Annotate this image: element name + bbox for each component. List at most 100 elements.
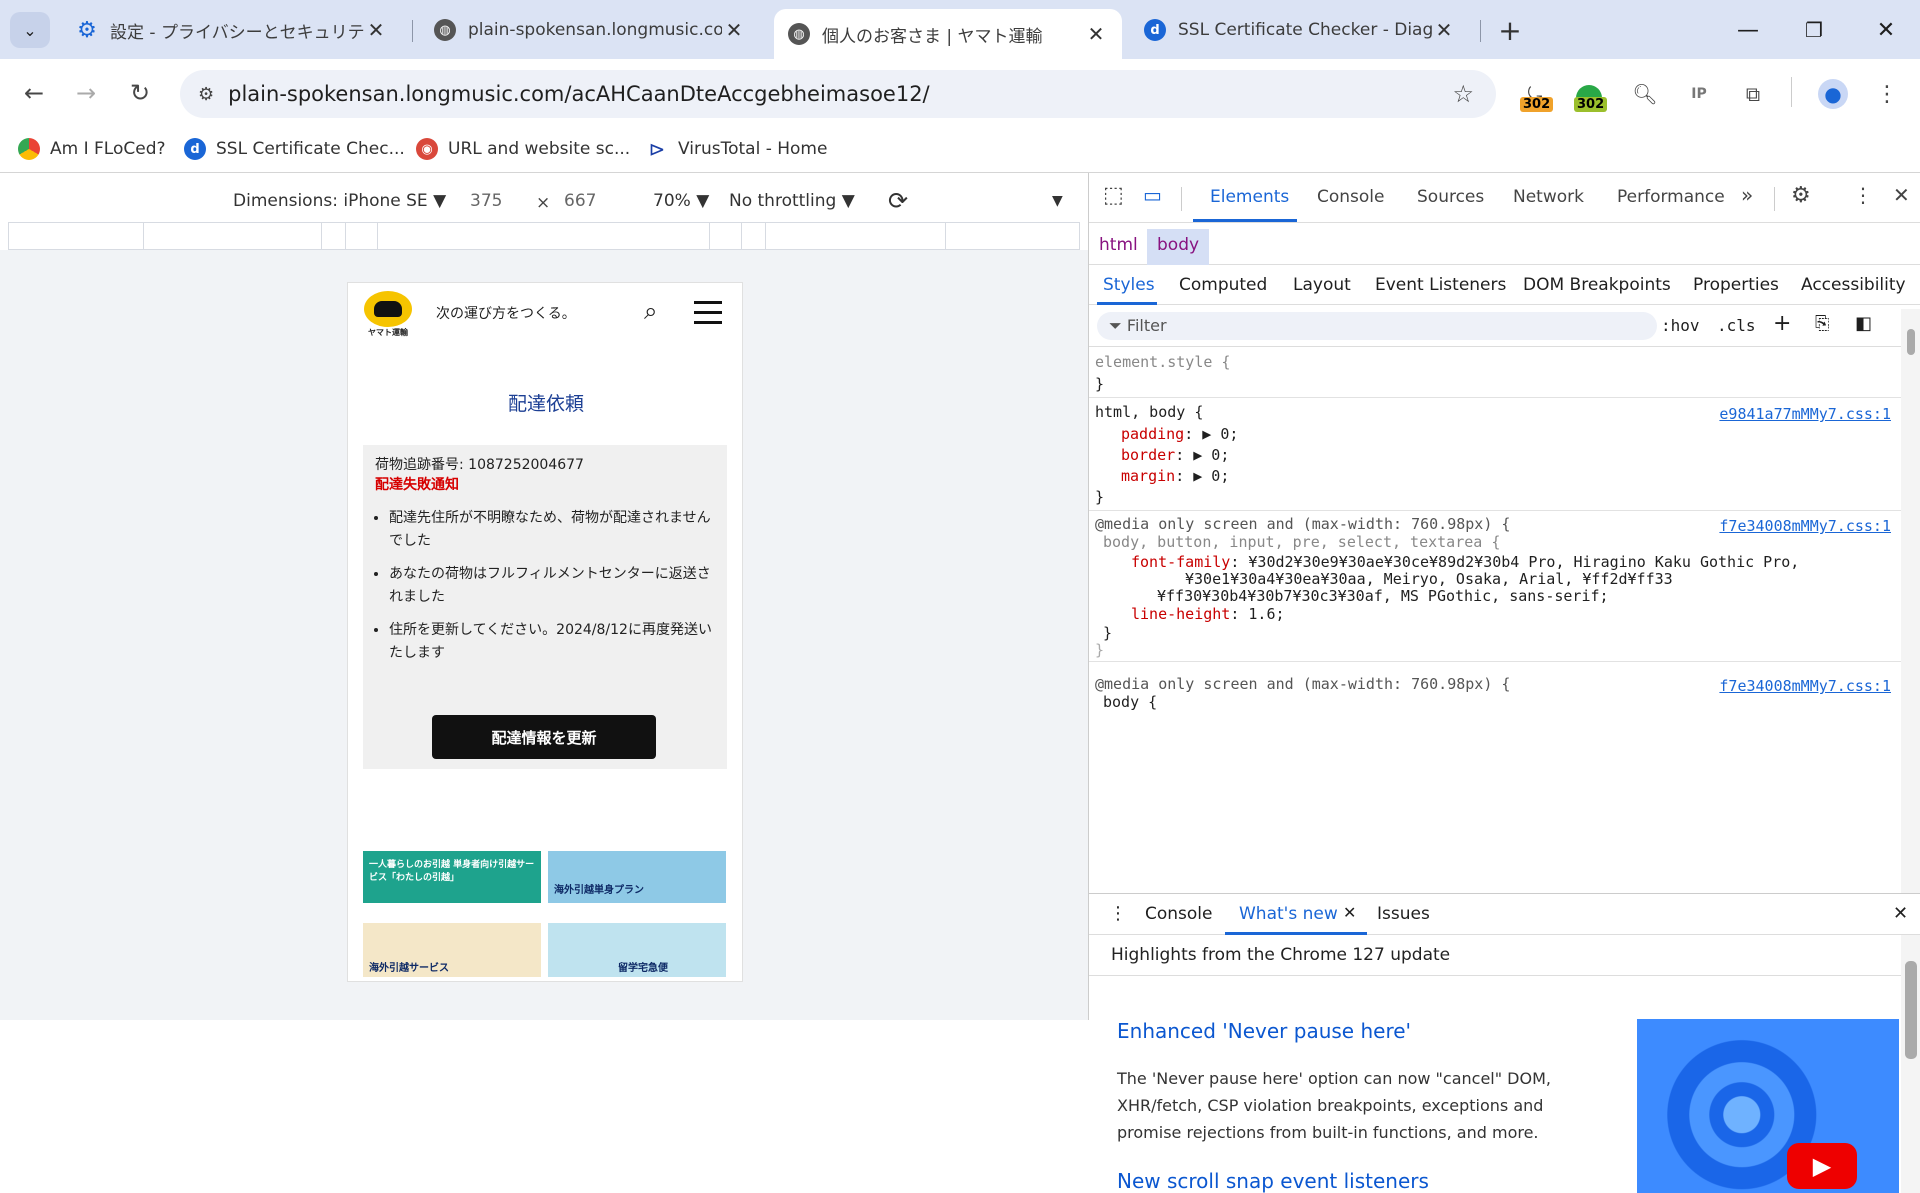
- highlights-text: Highlights from the Chrome 127 update: [1111, 945, 1451, 965]
- feature-heading-scroll-snap[interactable]: New scroll snap event listeners: [1117, 1169, 1429, 1193]
- prop-value[interactable]: 1.6;: [1248, 605, 1284, 623]
- subtab-styles[interactable]: Styles: [1103, 275, 1155, 295]
- extension-302-icon-2[interactable]: 302: [1570, 75, 1608, 113]
- device-toggle-icon[interactable]: ▭: [1143, 183, 1162, 207]
- settings-gear-icon[interactable]: ⚙: [1791, 183, 1811, 208]
- extension-302-icon-1[interactable]: ⤿ 302: [1516, 75, 1554, 113]
- prop-name[interactable]: margin: [1121, 467, 1175, 485]
- ip-extension-icon[interactable]: IP: [1680, 75, 1718, 113]
- hamburger-menu-icon[interactable]: [694, 297, 722, 331]
- drawer-scrollbar[interactable]: [1901, 935, 1920, 1193]
- yamato-logo[interactable]: ヤマト運輸: [362, 291, 414, 341]
- tab-yamato-active[interactable]: ◍ 個人のお客さま | ヤマト運輸 ✕: [774, 9, 1122, 59]
- tab-sources[interactable]: Sources: [1417, 187, 1484, 207]
- subtab-layout[interactable]: Layout: [1293, 275, 1351, 295]
- subtab-dom-breakpoints[interactable]: DOM Breakpoints: [1523, 275, 1671, 295]
- subtab-event-listeners[interactable]: Event Listeners: [1375, 275, 1506, 295]
- rotate-icon[interactable]: ⟳: [888, 187, 908, 215]
- banner-overseas-single[interactable]: 海外引越単身プラン: [548, 851, 726, 903]
- media-query-ruler[interactable]: [8, 222, 1080, 251]
- bookmark-virustotal[interactable]: ⊳ VirusTotal - Home: [646, 137, 828, 161]
- search-icon[interactable]: ⌕: [644, 297, 657, 325]
- subtab-computed[interactable]: Computed: [1179, 275, 1267, 295]
- tab-plain-spokensan[interactable]: ◍ plain-spokensan.longmusic.com ✕: [420, 9, 760, 51]
- prop-name[interactable]: border: [1121, 446, 1175, 464]
- close-whats-new-icon[interactable]: ✕: [1343, 903, 1356, 922]
- throttling-select[interactable]: No throttling ▼: [729, 191, 855, 211]
- height-input[interactable]: 667: [564, 191, 596, 211]
- reload-button[interactable]: ↻: [120, 73, 160, 113]
- close-tab-icon[interactable]: ✕: [1084, 22, 1108, 46]
- more-tabs-icon[interactable]: »: [1741, 183, 1753, 207]
- drawer-tab-console[interactable]: Console: [1145, 904, 1213, 924]
- toggle-sidebar-icon[interactable]: ◧: [1855, 313, 1872, 334]
- feature-heading-never-pause[interactable]: Enhanced 'Never pause here': [1117, 1019, 1411, 1043]
- search-icon[interactable]: 🔍︎: [1626, 75, 1664, 113]
- minimize-button[interactable]: —: [1730, 12, 1766, 48]
- prop-value[interactable]: ▶ 0;: [1193, 467, 1229, 485]
- breadcrumb-html[interactable]: html: [1099, 235, 1138, 255]
- site-info-icon[interactable]: ⚙: [198, 84, 214, 105]
- banner-overseas-service[interactable]: 海外引越サービス: [363, 923, 541, 977]
- close-drawer-icon[interactable]: ✕: [1893, 903, 1908, 924]
- dimensions-select[interactable]: Dimensions: iPhone SE ▼: [233, 191, 446, 211]
- forward-button[interactable]: →: [66, 73, 106, 113]
- tab-ssl-checker[interactable]: d SSL Certificate Checker - Diagno ✕: [1130, 9, 1470, 51]
- tab-console[interactable]: Console: [1317, 187, 1385, 207]
- drawer-menu-icon[interactable]: ⋮: [1109, 903, 1127, 924]
- profile-avatar-icon[interactable]: ●: [1814, 75, 1852, 113]
- drawer-tab-issues[interactable]: Issues: [1377, 904, 1430, 924]
- zoom-select[interactable]: 70% ▼: [653, 191, 709, 211]
- video-thumbnail[interactable]: ▶: [1637, 1019, 1899, 1193]
- tab-elements[interactable]: Elements: [1210, 187, 1289, 207]
- tab-search-button[interactable]: ⌄: [10, 12, 50, 48]
- restore-button[interactable]: ❐: [1796, 12, 1832, 48]
- address-bar[interactable]: ⚙ plain-spokensan.longmusic.com/acAHCaan…: [180, 70, 1496, 118]
- close-window-button[interactable]: ✕: [1868, 12, 1904, 48]
- tab-settings[interactable]: ⚙ 設定 - プライバシーとセキュリティ ✕: [62, 9, 402, 51]
- prop-value[interactable]: ¥30d2¥30e9¥30ae¥30ce¥89d2¥30b4 Pro, Hira…: [1248, 553, 1799, 571]
- extensions-puzzle-icon[interactable]: ⧉: [1734, 75, 1772, 113]
- tab-network[interactable]: Network: [1513, 187, 1584, 207]
- prop-name[interactable]: font-family: [1131, 553, 1230, 571]
- new-style-rule-icon[interactable]: +: [1773, 311, 1791, 336]
- close-tab-icon[interactable]: ✕: [1432, 18, 1456, 42]
- styles-filter-input[interactable]: ⏷ Filter: [1097, 312, 1657, 340]
- source-link[interactable]: f7e34008mMMy7.css:1: [1719, 677, 1891, 695]
- cls-toggle[interactable]: .cls: [1717, 316, 1756, 335]
- hov-toggle[interactable]: :hov: [1661, 316, 1700, 335]
- banner-study-abroad[interactable]: 留学宅急便: [548, 923, 726, 977]
- source-link[interactable]: f7e34008mMMy7.css:1: [1719, 517, 1891, 535]
- inspect-element-icon[interactable]: ⬚: [1103, 183, 1124, 208]
- youtube-play-icon[interactable]: ▶: [1787, 1143, 1857, 1189]
- new-tab-button[interactable]: +: [1492, 12, 1528, 48]
- close-tab-icon[interactable]: ✕: [364, 18, 388, 42]
- prop-value[interactable]: ▶ 0;: [1193, 446, 1229, 464]
- tab-title: 設定 - プライバシーとセキュリティ: [110, 22, 364, 43]
- devtools-menu-icon[interactable]: ⋮: [1853, 183, 1873, 207]
- close-tab-icon[interactable]: ✕: [722, 18, 746, 42]
- subtab-accessibility[interactable]: Accessibility: [1801, 275, 1906, 295]
- bookmark-urlscan[interactable]: ◉ URL and website sc...: [416, 138, 630, 160]
- breadcrumb-body[interactable]: body: [1147, 229, 1210, 265]
- menu-kebab-icon[interactable]: ⋮: [1868, 75, 1906, 113]
- update-delivery-button[interactable]: 配達情報を更新: [432, 715, 656, 759]
- banner-single-move[interactable]: 一人暮らしのお引越 単身者向け引越サービス「わたしの引越」: [363, 851, 541, 903]
- subtab-properties[interactable]: Properties: [1693, 275, 1779, 295]
- bookmark-star-icon[interactable]: ☆: [1452, 80, 1474, 108]
- drawer-tab-whats-new[interactable]: What's new: [1239, 904, 1338, 924]
- back-button[interactable]: ←: [14, 73, 54, 113]
- prop-name[interactable]: line-height: [1131, 605, 1230, 623]
- prop-value[interactable]: ▶ 0;: [1202, 425, 1238, 443]
- more-options-chevron-icon[interactable]: ▼: [1052, 193, 1063, 209]
- failure-alert: 配達失敗通知: [375, 477, 459, 493]
- width-input[interactable]: 375: [470, 191, 502, 211]
- styles-scrollbar[interactable]: [1901, 309, 1920, 893]
- tab-performance[interactable]: Performance: [1617, 187, 1725, 207]
- bookmark-am-i-floced[interactable]: Am I FLoCed?: [18, 138, 166, 160]
- prop-name[interactable]: padding: [1121, 425, 1184, 443]
- bookmark-ssl-checker[interactable]: d SSL Certificate Chec...: [184, 138, 405, 160]
- source-link[interactable]: e9841a77mMMy7.css:1: [1719, 405, 1891, 423]
- paint-brush-icon[interactable]: ⎘: [1815, 313, 1829, 334]
- close-devtools-icon[interactable]: ✕: [1893, 183, 1910, 207]
